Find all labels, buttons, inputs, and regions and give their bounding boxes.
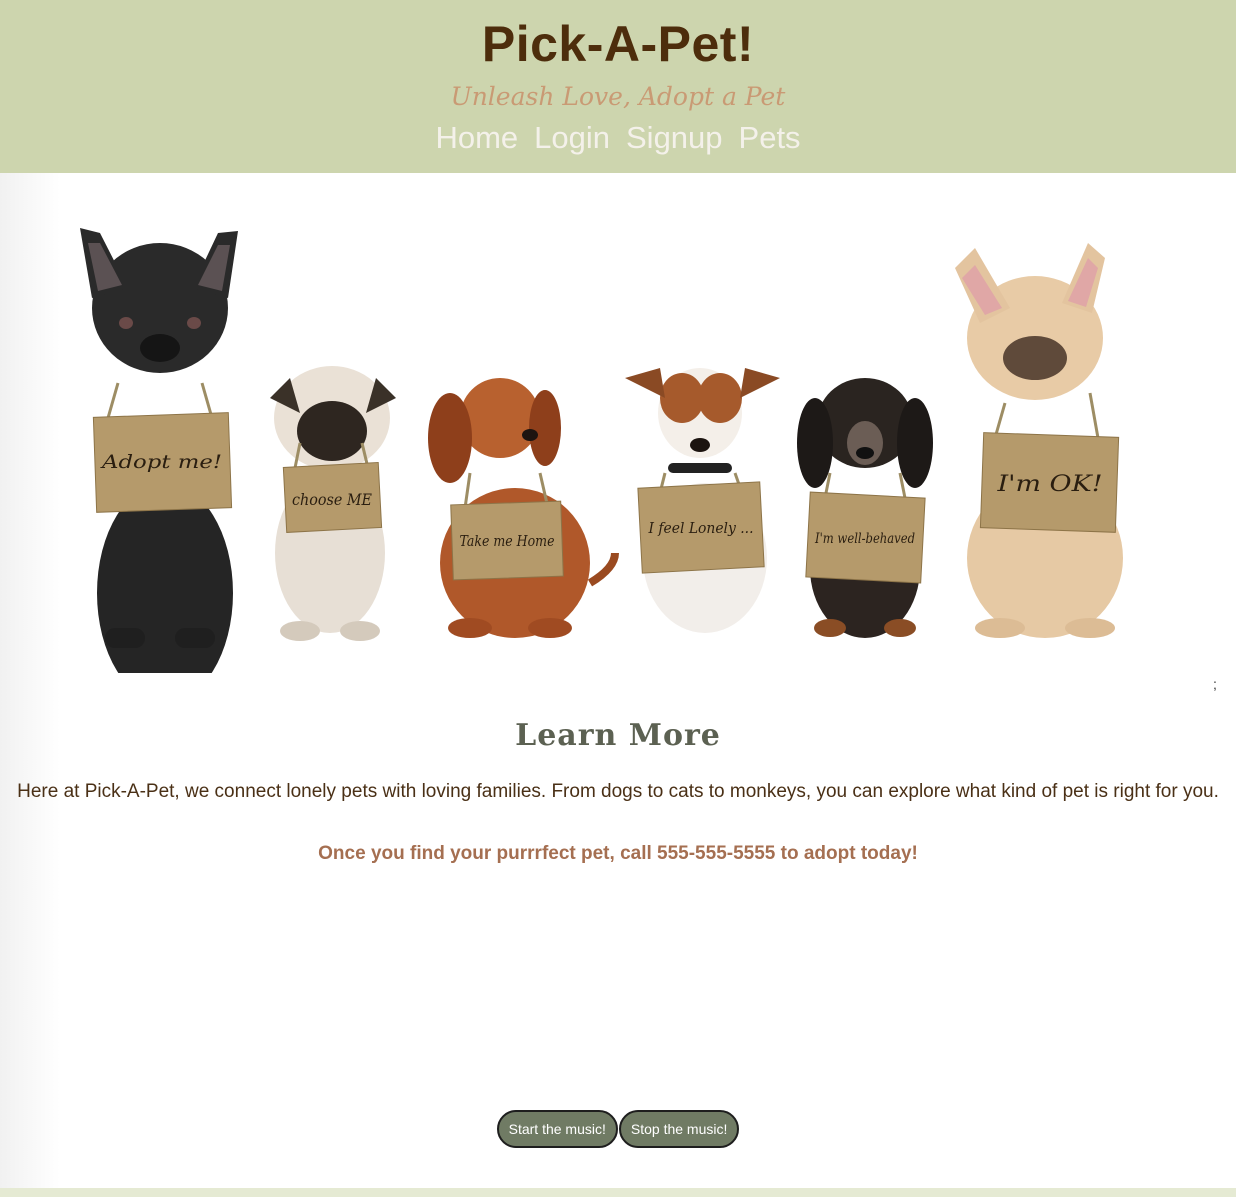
nav-signup-link[interactable]: Signup: [626, 118, 723, 158]
nav-pets-link[interactable]: Pets: [739, 118, 801, 158]
site-header: Pick-A-Pet! Unleash Love, Adopt a Pet Ho…: [0, 0, 1236, 173]
hero-sign-4-text: I feel Lonely ...: [648, 519, 754, 537]
start-music-button[interactable]: Start the music!: [496, 1110, 618, 1148]
hero-sign-1-text: Adopt me!: [100, 451, 222, 473]
nav-login-link[interactable]: Login: [534, 118, 610, 158]
dog-jack-russell: I feel Lonely ...: [625, 368, 780, 633]
hero-dogs-image: Adopt me! choose ME Take me Home I feel …: [80, 228, 1123, 673]
dog-dachshund-brown: Take me Home: [428, 378, 619, 638]
about-paragraph: Here at Pick-A-Pet, we connect lonely pe…: [17, 781, 1219, 802]
dog-dachshund-dark: I'm well-behaved: [797, 378, 933, 638]
hero-sign-5-text: I'm well-behaved: [814, 531, 915, 547]
learn-more-heading: Learn More: [515, 718, 721, 753]
hero-sign-2-text: choose ME: [292, 490, 372, 509]
site-footer: [0, 1188, 1236, 1197]
hero-sign-6-text: I'm OK!: [996, 472, 1102, 497]
hero-sign-3-text: Take me Home: [460, 532, 555, 550]
music-controls: Start the music! Stop the music!: [0, 1110, 1236, 1148]
stray-semicolon: ;: [1213, 676, 1217, 692]
site-tagline: Unleash Love, Adopt a Pet: [450, 82, 786, 111]
stop-music-button[interactable]: Stop the music!: [618, 1110, 740, 1148]
adopt-call-to-action: Once you find your purrrfect pet, call 5…: [318, 843, 918, 864]
dog-pug: choose ME: [270, 366, 396, 641]
dog-black-bulldog: Adopt me!: [80, 228, 238, 673]
site-title: Pick-A-Pet!: [481, 16, 755, 72]
dog-fawn-bulldog: I'm OK!: [955, 243, 1123, 638]
main-nav: Home Login Signup Pets: [0, 118, 1236, 158]
nav-home-link[interactable]: Home: [435, 118, 518, 158]
